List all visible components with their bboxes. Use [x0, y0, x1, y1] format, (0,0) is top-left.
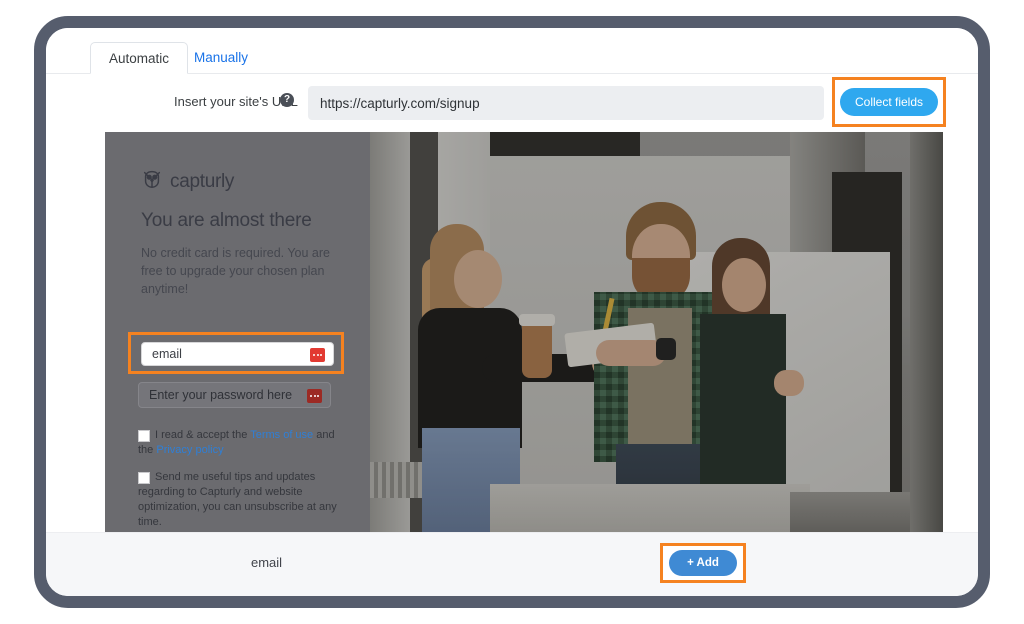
ellipsis-icon[interactable]: [307, 389, 322, 403]
footer-bar: email + Add: [46, 532, 978, 596]
owl-icon: [141, 168, 163, 195]
terms-checkbox-row: I read & accept the Terms of use and the…: [138, 428, 338, 458]
site-preview: capturly You are almost there No credit …: [105, 132, 943, 532]
newsletter-text: Send me useful tips and updates regardin…: [138, 471, 337, 528]
terms-checkbox[interactable]: [138, 430, 150, 442]
photo-person-shape: [454, 250, 502, 308]
app-screen: Automatic Manually Insert your site's UR…: [46, 28, 978, 596]
site-url-input[interactable]: [308, 86, 824, 120]
collect-fields-button[interactable]: Collect fields: [840, 88, 938, 116]
photo-shape: [490, 132, 640, 156]
tab-automatic[interactable]: Automatic: [90, 42, 189, 74]
terms-of-use-link[interactable]: Terms of use: [250, 429, 313, 441]
collected-field-label: email: [251, 555, 283, 570]
url-row: Insert your site's URL ? Collect fields: [46, 74, 978, 132]
photo-person-shape: [656, 338, 676, 360]
collect-fields-highlight: Collect fields: [832, 77, 946, 127]
photo-person-shape: [522, 320, 552, 378]
photo-person-shape: [519, 314, 555, 326]
photo-shape: [910, 132, 943, 532]
question-mark-icon[interactable]: ?: [280, 93, 294, 107]
terms-text-before: I read & accept the: [155, 429, 251, 441]
brand-name: capturly: [170, 170, 235, 192]
email-input-value: email: [152, 347, 182, 361]
tab-manually[interactable]: Manually: [176, 42, 266, 74]
ellipsis-icon[interactable]: [310, 348, 325, 362]
preview-subtext: No credit card is required. You are free…: [141, 246, 330, 296]
password-input[interactable]: Enter your password here: [138, 382, 331, 408]
preview-headline: You are almost there: [141, 210, 312, 231]
email-input[interactable]: email: [141, 342, 334, 366]
privacy-policy-link[interactable]: Privacy policy: [156, 444, 223, 456]
tab-bar: Automatic Manually: [46, 28, 978, 74]
newsletter-checkbox[interactable]: [138, 472, 150, 484]
photo-person-shape: [774, 370, 804, 396]
brand-logo: capturly: [141, 168, 234, 195]
photo-shape: [490, 484, 810, 532]
password-input-value: Enter your password here: [149, 388, 293, 402]
signup-panel: capturly You are almost there No credit …: [105, 132, 370, 532]
newsletter-checkbox-row: Send me useful tips and updates regardin…: [138, 470, 338, 530]
email-field-highlight: email: [128, 332, 344, 374]
photo-person-shape: [722, 258, 766, 312]
preview-photo: [370, 132, 943, 532]
add-button[interactable]: + Add: [669, 550, 737, 576]
device-frame: Automatic Manually Insert your site's UR…: [34, 16, 990, 608]
add-button-highlight: + Add: [660, 543, 746, 583]
